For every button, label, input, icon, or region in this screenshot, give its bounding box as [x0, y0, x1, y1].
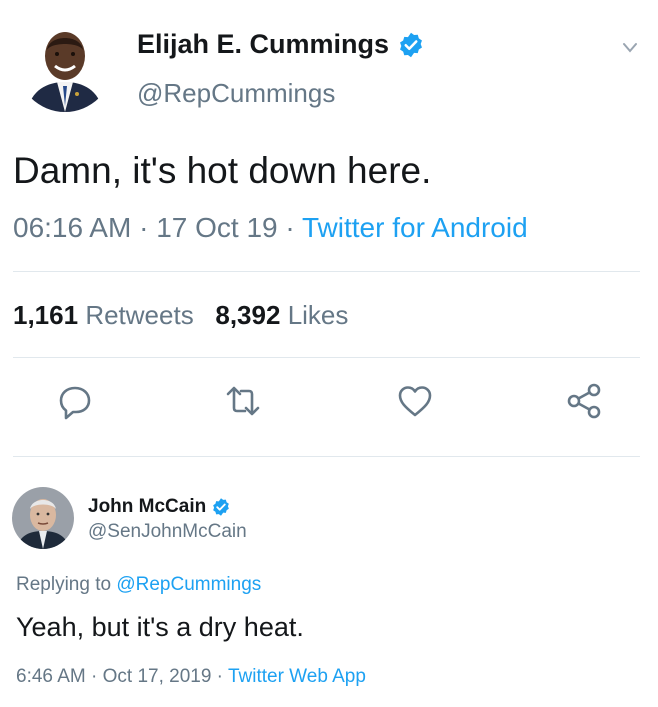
tweet-text: Damn, it's hot down here.	[13, 150, 432, 191]
likes-label: Likes	[287, 300, 349, 330]
reply-meta: 6:46 AM · Oct 17, 2019 · Twitter Web App	[16, 666, 366, 688]
retweet-icon[interactable]	[223, 381, 263, 421]
separator: ·	[85, 666, 103, 687]
reply-author-name[interactable]: John McCain	[88, 496, 231, 518]
separator: ·	[277, 212, 302, 243]
verified-badge-icon	[397, 31, 425, 59]
replying-mention[interactable]: @RepCummings	[116, 574, 261, 595]
avatar[interactable]	[12, 487, 74, 549]
divider	[13, 357, 640, 358]
reply-time[interactable]: 6:46 AM	[16, 666, 86, 687]
retweets-count: 1,161	[13, 300, 79, 330]
reply-icon[interactable]	[55, 381, 95, 421]
reply-text: Yeah, but it's a dry heat.	[16, 612, 304, 642]
avatar[interactable]	[17, 16, 113, 112]
like-icon[interactable]	[395, 381, 435, 421]
author-name[interactable]: Elijah E. Cummings	[137, 29, 425, 60]
replying-to: Replying to @RepCummings	[16, 574, 261, 596]
reply-author-name-text[interactable]: John McCain	[88, 496, 206, 518]
author-handle[interactable]: @RepCummings	[137, 78, 335, 109]
tweet-stats: 1,161 Retweets 8,392 Likes	[13, 300, 348, 331]
author-name-text[interactable]: Elijah E. Cummings	[137, 29, 389, 60]
tweet-source[interactable]: Twitter for Android	[302, 212, 528, 243]
replying-prefix: Replying to	[16, 574, 117, 595]
tweet-meta: 06:16 AM · 17 Oct 19 · Twitter for Andro…	[13, 212, 528, 244]
likes-stat[interactable]: 8,392 Likes	[215, 300, 348, 330]
reply-author-handle[interactable]: @SenJohnMcCain	[88, 521, 247, 543]
chevron-down-icon[interactable]	[620, 38, 640, 58]
share-icon[interactable]	[565, 381, 605, 421]
reply-source[interactable]: Twitter Web App	[228, 666, 366, 687]
verified-badge-icon	[211, 497, 231, 517]
reply-date[interactable]: Oct 17, 2019	[103, 666, 212, 687]
tweet-time[interactable]: 06:16 AM	[13, 212, 131, 243]
divider	[13, 456, 640, 457]
retweets-label: Retweets	[85, 300, 194, 330]
likes-count: 8,392	[215, 300, 281, 330]
tweet-date[interactable]: 17 Oct 19	[156, 212, 277, 243]
separator: ·	[211, 666, 228, 687]
divider	[13, 271, 640, 272]
retweets-stat[interactable]: 1,161 Retweets	[13, 300, 194, 330]
separator: ·	[131, 212, 157, 243]
